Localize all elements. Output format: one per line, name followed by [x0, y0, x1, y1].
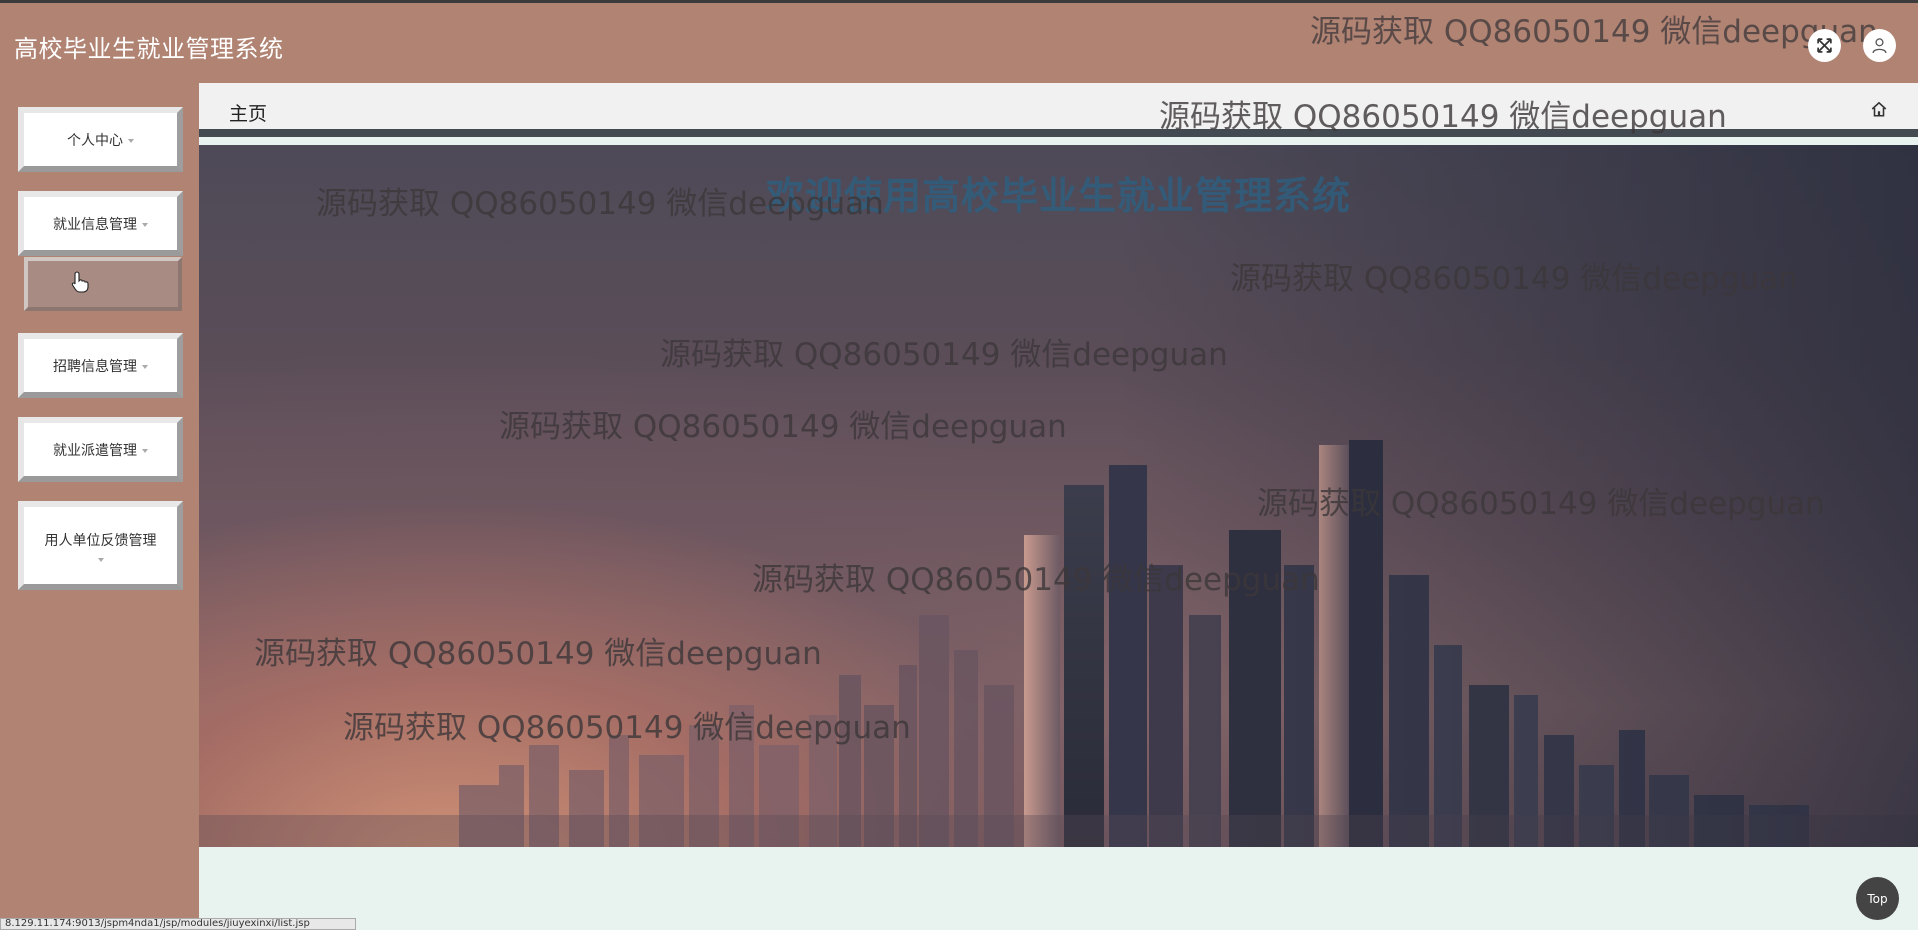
- welcome-heading: 欢迎使用高校毕业生就业管理系统: [765, 174, 1351, 218]
- watermark-text: 源码获取 QQ86050149 微信deepguan: [1159, 99, 1727, 135]
- chevron-down-icon: [142, 364, 148, 369]
- sidebar-item-label: 就业派遣管理: [53, 442, 137, 459]
- sidebar-submenu-item[interactable]: [24, 257, 182, 311]
- user-icon: [1872, 38, 1887, 54]
- app-title: 高校毕业生就业管理系统: [14, 35, 284, 63]
- sidebar-item-label: 用人单位反馈管理: [44, 532, 157, 549]
- tab-bar: 主页 源码获取 QQ86050149 微信deepguan: [199, 83, 1918, 137]
- sidebar-item-employment-info[interactable]: 就业信息管理: [18, 191, 183, 256]
- mouse-pointer-icon: [71, 271, 89, 293]
- chevron-down-icon: [97, 557, 104, 562]
- sidebar-item-label: 个人中心: [67, 132, 123, 149]
- back-to-top-button[interactable]: Top: [1856, 877, 1899, 920]
- sidebar-item-employer-feedback[interactable]: 用人单位反馈管理: [18, 501, 183, 590]
- home-icon[interactable]: [1870, 100, 1888, 118]
- sidebar-item-label: 就业信息管理: [53, 216, 137, 233]
- browser-status-url: 8.129.11.174:9013/jspm4nda1/jsp/modules/…: [0, 918, 356, 930]
- sidebar-item-recruitment-info[interactable]: 招聘信息管理: [18, 333, 183, 398]
- watermark-text: 源码获取 QQ86050149 微信deepguan: [1310, 14, 1878, 50]
- chevron-down-icon: [142, 222, 148, 227]
- hero-shade: [1118, 145, 1918, 847]
- chevron-down-icon: [142, 448, 148, 453]
- fullscreen-button[interactable]: [1808, 29, 1841, 62]
- top-header: 高校毕业生就业管理系统 源码获取 QQ86050149 微信deepguan: [0, 0, 1918, 83]
- sidebar-item-label: 招聘信息管理: [53, 358, 137, 375]
- tab-home[interactable]: 主页: [229, 99, 267, 126]
- expand-icon: [1817, 38, 1832, 53]
- hero-banner: 欢迎使用高校毕业生就业管理系统 源码获取 QQ86050149 微信deepgu…: [199, 145, 1918, 847]
- user-button[interactable]: [1863, 29, 1896, 62]
- sidebar-item-personal-center[interactable]: 个人中心: [18, 107, 183, 172]
- chevron-down-icon: [128, 138, 134, 143]
- main-content: 主页 源码获取 QQ86050149 微信deepguan 欢迎使用高校毕业生就…: [199, 83, 1918, 930]
- sidebar-item-employment-dispatch[interactable]: 就业派遣管理: [18, 417, 183, 482]
